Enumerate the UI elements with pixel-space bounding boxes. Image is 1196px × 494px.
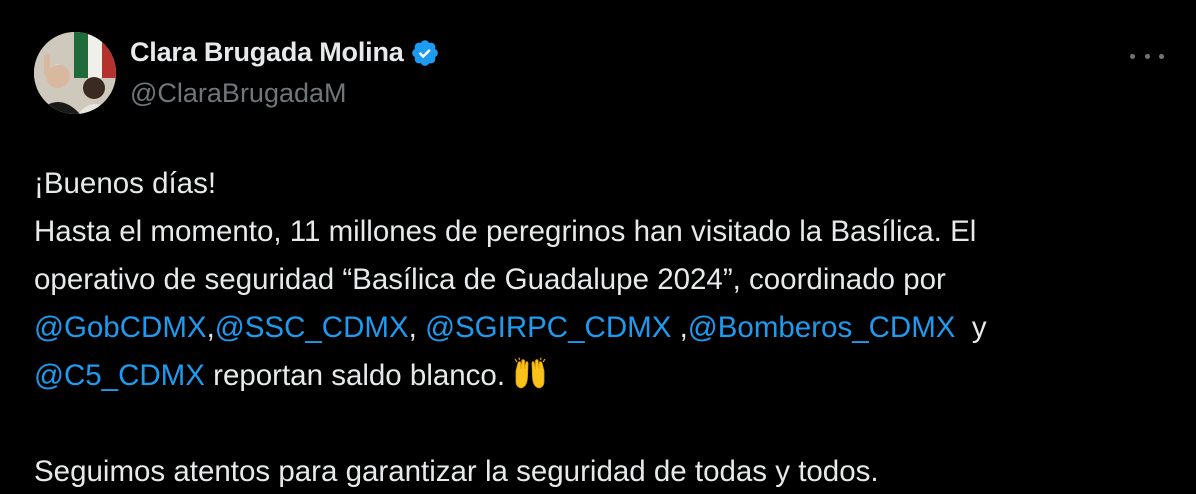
separator: y	[955, 311, 987, 344]
verified-badge-icon[interactable]	[410, 38, 440, 68]
avatar[interactable]	[34, 32, 116, 114]
tweet-line: Hasta el momento, 11 millones de peregri…	[34, 215, 977, 248]
mention-ssc-cdmx[interactable]: @SSC_CDMX	[215, 311, 409, 344]
author-handle[interactable]: @ClaraBrugadaM	[130, 78, 440, 109]
tweet-line: Seguimos atentos para garantizar la segu…	[34, 455, 879, 488]
separator: ,	[671, 311, 688, 344]
tweet-text-segment: reportan saldo blanco.	[204, 359, 506, 392]
mention-c5-cdmx[interactable]: @C5_CDMX	[34, 359, 205, 392]
author-names: Clara Brugada Molina @ClaraBrugadaM	[130, 36, 440, 109]
name-row: Clara Brugada Molina	[130, 36, 440, 70]
mention-bomberos-cdmx[interactable]: @Bomberos_CDMX	[688, 311, 956, 344]
mention-gobcdmx[interactable]: @GobCDMX	[34, 311, 207, 344]
tweet-header: Clara Brugada Molina @ClaraBrugadaM	[34, 30, 1162, 116]
avatar-photo	[34, 32, 116, 114]
display-name[interactable]: Clara Brugada Molina	[130, 37, 404, 68]
separator: ,	[206, 311, 215, 344]
tweet-text: ¡Buenos días! Hasta el momento, 11 millo…	[34, 160, 1162, 494]
raising-hands-emoji	[513, 357, 547, 406]
tweet-card: Clara Brugada Molina @ClaraBrugadaM ¡Bue…	[0, 0, 1196, 494]
tweet-line-c5: @C5_CDMX reportan saldo blanco.	[34, 352, 1162, 400]
more-options-icon[interactable]	[1130, 46, 1164, 66]
tweet-line-mentions: @GobCDMX,@SSC_CDMX, @SGIRPC_CDMX ,@Bombe…	[34, 304, 1162, 352]
tweet-line: ¡Buenos días!	[34, 167, 217, 200]
mention-sgirpc-cdmx[interactable]: @SGIRPC_CDMX	[425, 311, 671, 344]
separator: ,	[408, 311, 426, 344]
tweet-line: operativo de seguridad “Basílica de Guad…	[34, 263, 946, 296]
